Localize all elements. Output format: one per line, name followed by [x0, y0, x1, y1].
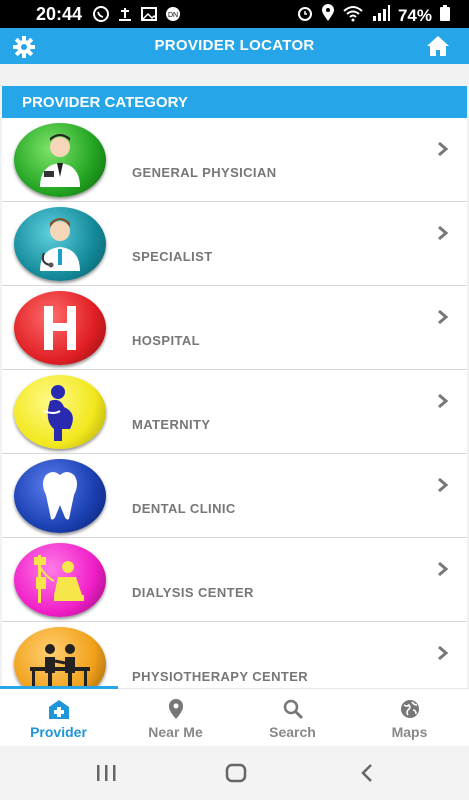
category-item-hospital[interactable]: HOSPITAL	[2, 286, 467, 370]
home-icon[interactable]	[425, 33, 451, 59]
category-label: GENERAL PHYSICIAN	[132, 165, 277, 180]
status-time: 20:44	[36, 4, 83, 24]
back-icon[interactable]	[356, 762, 380, 784]
nav-maps[interactable]: Maps	[351, 689, 468, 747]
category-label: SPECIALIST	[132, 249, 213, 264]
chevron-right-icon	[437, 225, 449, 241]
nav-provider[interactable]: Provider	[0, 689, 117, 747]
category-list: GENERAL PHYSICIAN SPECIALIST HOSPITAL MA…	[2, 118, 467, 688]
recent-apps-icon[interactable]	[94, 762, 118, 784]
category-item-specialist[interactable]: SPECIALIST	[2, 202, 467, 286]
category-item-dental-clinic[interactable]: DENTAL CLINIC	[2, 454, 467, 538]
dialysis-icon	[14, 543, 106, 617]
category-label: DENTAL CLINIC	[132, 501, 236, 516]
category-label: PHYSIOTHERAPY CENTER	[132, 669, 309, 684]
nav-search[interactable]: Search	[234, 689, 351, 747]
chevron-right-icon	[437, 393, 449, 409]
app-bar: PROVIDER LOCATOR	[0, 28, 469, 64]
battery-icon	[439, 4, 451, 27]
category-label: MATERNITY	[132, 417, 211, 432]
globe-icon	[398, 697, 422, 721]
category-item-maternity[interactable]: MATERNITY	[2, 370, 467, 454]
hospital-h-icon	[14, 291, 106, 365]
chevron-right-icon	[437, 645, 449, 661]
nav-label: Search	[269, 724, 316, 740]
gallery-icon	[140, 5, 158, 28]
location-pin-icon	[164, 697, 188, 721]
chevron-right-icon	[437, 477, 449, 493]
chevron-right-icon	[437, 561, 449, 577]
bottom-navigation: Provider Near Me Search Maps	[0, 686, 469, 747]
page-title: PROVIDER LOCATOR	[154, 37, 315, 54]
main-content: PROVIDER CATEGORY GENERAL PHYSICIAN SPEC…	[0, 64, 469, 688]
category-label: HOSPITAL	[132, 333, 200, 348]
hospital-icon	[47, 697, 71, 721]
whatsapp-icon	[92, 5, 110, 28]
signal-icon	[371, 4, 391, 27]
category-item-dialysis-center[interactable]: DIALYSIS CENTER	[2, 538, 467, 622]
nav-near-me[interactable]: Near Me	[117, 689, 234, 747]
search-icon	[281, 697, 305, 721]
nav-label: Maps	[391, 724, 428, 740]
category-header: PROVIDER CATEGORY	[2, 86, 467, 120]
status-left-icons: DN	[92, 5, 182, 28]
wifi-icon	[342, 4, 364, 27]
pregnant-woman-icon	[14, 375, 106, 449]
category-item-physiotherapy-center[interactable]: PHYSIOTHERAPY CENTER	[2, 622, 467, 688]
category-item-general-physician[interactable]: GENERAL PHYSICIAN	[2, 118, 467, 202]
tooth-icon	[14, 459, 106, 533]
battery-percent: 74%	[397, 5, 432, 25]
alarm-icon	[296, 4, 314, 27]
app-icon: DN	[164, 5, 182, 28]
nav-label: Near Me	[148, 724, 203, 740]
location-icon	[321, 4, 335, 27]
chevron-right-icon	[437, 141, 449, 157]
nav-label: Provider	[30, 724, 87, 740]
status-bar: 20:44 DN 74%	[0, 0, 469, 28]
doctor-icon	[14, 123, 106, 197]
svg-text:DN: DN	[168, 12, 178, 19]
physiotherapy-icon	[14, 627, 106, 688]
system-navigation-bar	[0, 746, 469, 800]
status-right-icons: 74%	[296, 4, 451, 27]
notification-icon	[116, 5, 134, 28]
chevron-right-icon	[437, 309, 449, 325]
category-label: DIALYSIS CENTER	[132, 585, 254, 600]
specialist-doctor-icon	[14, 207, 106, 281]
home-button-icon[interactable]	[224, 762, 248, 784]
